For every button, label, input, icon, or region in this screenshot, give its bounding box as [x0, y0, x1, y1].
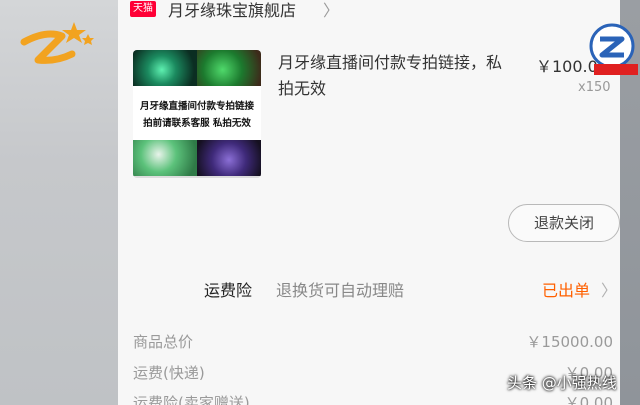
product-thumbnail[interactable]: 月牙缘直播间付款专拍链接 拍前请联系客服 私拍无效: [133, 50, 261, 178]
jade-photo-1: [133, 50, 197, 86]
summary-row-subtotal: 商品总价 ￥15000.00: [133, 331, 613, 352]
thumbnail-caption: 月牙缘直播间付款专拍链接 拍前请联系客服 私拍无效: [133, 86, 261, 140]
chevron-right-icon: 〉: [601, 281, 618, 300]
insurance-label: 运费险: [204, 281, 253, 300]
order-detail-screen: 天猫 月牙缘珠宝旗舰店 〉 月牙缘直播间付款专拍链接 拍前请联系客服 私拍无效 …: [118, 0, 620, 405]
store-header[interactable]: 天猫 月牙缘珠宝旗舰店 〉: [118, 0, 620, 26]
jade-photo-2: [197, 50, 261, 86]
tmall-badge: 天猫: [130, 1, 156, 17]
insurance-status: 已出单: [542, 281, 591, 300]
chevron-right-icon: 〉: [323, 1, 340, 20]
thumbnail-caption-line1: 月牙缘直播间付款专拍链接: [139, 101, 254, 112]
insurance-description: 退换货可自动理赔: [276, 281, 405, 300]
product-quantity: x150: [578, 80, 611, 95]
thumbnail-caption-line2: 拍前请联系客服 私拍无效: [143, 118, 251, 129]
broadcaster-logo-icon: [20, 22, 94, 64]
summary-value: ￥15000.00: [526, 333, 613, 351]
summary-label: 运费(快递): [133, 364, 205, 382]
source-watermark: 头条 @小强热线: [507, 374, 617, 392]
news-channel-logo-icon: [589, 23, 638, 75]
summary-row-insurance: 运费险(卖家赠送) ￥0.00: [133, 392, 613, 405]
jade-photo-3: [133, 140, 197, 176]
product-title[interactable]: 月牙缘直播间付款专拍链接，私拍无效: [278, 50, 510, 102]
store-name[interactable]: 月牙缘珠宝旗舰店: [168, 0, 296, 22]
refund-closed-button[interactable]: 退款关闭: [508, 204, 620, 242]
summary-label: 运费险(卖家赠送): [133, 394, 250, 405]
summary-label: 商品总价: [133, 333, 194, 351]
jade-photo-4: [197, 140, 261, 176]
summary-value: ￥0.00: [564, 394, 613, 405]
